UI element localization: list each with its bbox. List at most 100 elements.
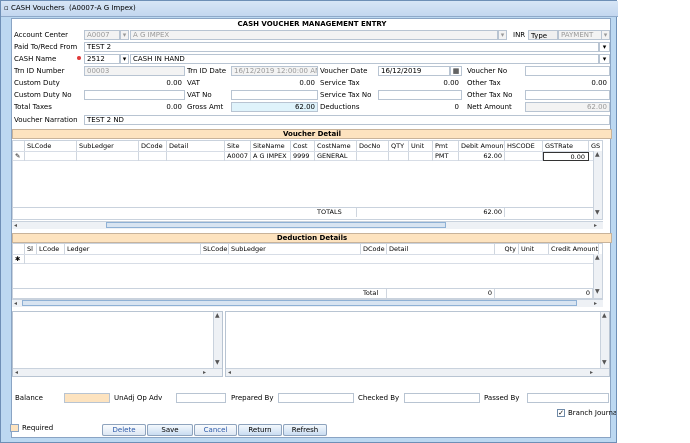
col-gs[interactable]: GS xyxy=(589,141,603,151)
col-qty[interactable]: QTY xyxy=(389,141,409,151)
ded-scroll-right-icon[interactable]: ▸ xyxy=(594,300,597,308)
other-tax-field[interactable]: 0.00 xyxy=(525,78,610,88)
notes-textarea-right[interactable]: ▲ ▼ ◂ ▸ xyxy=(225,311,610,377)
cell-cost[interactable]: 9999 xyxy=(291,152,315,161)
cell-costname[interactable]: GENERAL xyxy=(315,152,357,161)
voucher-no-field[interactable] xyxy=(525,66,610,76)
cell-docno[interactable] xyxy=(357,152,389,161)
passed-by-field[interactable] xyxy=(527,393,609,403)
notes-right-hscroll[interactable]: ◂ ▸ xyxy=(226,368,609,376)
cell-unit[interactable] xyxy=(409,152,433,161)
scroll-right-icon[interactable]: ▸ xyxy=(594,222,597,230)
type-value[interactable]: PAYMENT xyxy=(558,30,602,40)
cash-code-dropdown-icon[interactable]: ▾ xyxy=(120,54,129,64)
col-debit-amount[interactable]: Debit Amount xyxy=(459,141,505,151)
cancel-button[interactable]: Cancel xyxy=(194,424,237,436)
cell-sitename[interactable]: A G IMPEX xyxy=(251,152,291,161)
voucher-detail-hscroll[interactable]: ◂ ▸ xyxy=(12,221,603,229)
account-center-name[interactable]: A G IMPEX xyxy=(130,30,498,40)
paid-to-field[interactable]: TEST 2 xyxy=(84,42,599,52)
col-pmt[interactable]: Pmt xyxy=(433,141,459,151)
refresh-button[interactable]: Refresh xyxy=(283,424,327,436)
notes-left-up-icon[interactable]: ▲ xyxy=(215,312,220,320)
col-docno[interactable]: DocNo xyxy=(357,141,389,151)
notes-right-up-icon[interactable]: ▲ xyxy=(602,312,607,320)
cell-detail[interactable] xyxy=(167,152,225,161)
deduction-hscroll[interactable]: ◂ ▸ xyxy=(12,299,603,307)
col-gstrate[interactable]: GSTRate xyxy=(543,141,589,151)
voucher-detail-vscroll[interactable]: ▲ ▼ xyxy=(593,151,602,219)
col-subledger[interactable]: SubLedger xyxy=(77,141,139,151)
cell-dcode[interactable] xyxy=(139,152,167,161)
delete-button[interactable]: Delete xyxy=(102,424,146,436)
ded-scroll-up-icon[interactable]: ▲ xyxy=(595,254,600,262)
service-tax-field[interactable]: 0.00 xyxy=(378,78,462,88)
notes-left-hscroll[interactable]: ◂ ▸ xyxy=(13,368,222,376)
deduction-vscroll[interactable]: ▲ ▼ xyxy=(593,254,602,298)
vat-no-field[interactable] xyxy=(231,90,318,100)
cash-code[interactable]: 2512 xyxy=(84,54,120,64)
notes-right-down-icon[interactable]: ▼ xyxy=(602,359,607,367)
branch-journal-checkbox[interactable]: ✓ xyxy=(557,409,565,417)
notes-left-vscroll[interactable]: ▲ ▼ xyxy=(213,312,222,368)
cell-site[interactable]: A0007 xyxy=(225,152,251,161)
return-button[interactable]: Return xyxy=(238,424,282,436)
col-sitename[interactable]: SiteName xyxy=(251,141,291,151)
col-detail[interactable]: Detail xyxy=(167,141,225,151)
notes-textarea-left[interactable]: ▲ ▼ ◂ ▸ xyxy=(12,311,223,377)
notes-right-right-icon[interactable]: ▸ xyxy=(590,369,593,377)
cell-subledger[interactable] xyxy=(77,152,139,161)
scroll-left-icon[interactable]: ◂ xyxy=(14,222,17,230)
service-tax-no-field[interactable] xyxy=(378,90,462,100)
custom-duty-no-field[interactable] xyxy=(84,90,185,100)
custom-duty-field[interactable]: 0.00 xyxy=(84,78,185,88)
paid-to-dropdown-icon[interactable]: ▾ xyxy=(599,42,610,52)
ded-col-lcode[interactable]: LCode xyxy=(37,244,65,254)
ded-scroll-down-icon[interactable]: ▼ xyxy=(595,288,600,296)
account-center-name-dropdown-icon[interactable]: ▾ xyxy=(498,30,507,40)
type-dropdown-icon[interactable]: ▾ xyxy=(601,30,610,40)
ded-scroll-left-icon[interactable]: ◂ xyxy=(14,300,17,308)
ded-hscroll-thumb[interactable] xyxy=(22,300,577,306)
ded-col-unit[interactable]: Unit xyxy=(519,244,549,254)
ded-col-subledger[interactable]: SubLedger xyxy=(229,244,361,254)
narration-field[interactable]: TEST 2 ND xyxy=(84,115,610,125)
cell-qty[interactable] xyxy=(389,152,409,161)
account-center-code[interactable]: A0007 xyxy=(84,30,120,40)
cell-slcode[interactable] xyxy=(25,152,77,161)
vat-field[interactable]: 0.00 xyxy=(231,78,318,88)
notes-right-vscroll[interactable]: ▲ ▼ xyxy=(600,312,609,368)
table-row[interactable]: ✎ A0007 A G IMPEX 9999 GENERAL PMT 62.00… xyxy=(13,152,602,161)
col-slcode[interactable]: SLCode xyxy=(25,141,77,151)
col-costname[interactable]: CostName xyxy=(315,141,357,151)
cell-hscode[interactable] xyxy=(505,152,543,161)
trn-date-field[interactable]: 16/12/2019 12:00:00 AM xyxy=(231,66,318,76)
cell-pmt[interactable]: PMT xyxy=(433,152,459,161)
other-tax-no-field[interactable] xyxy=(525,90,610,100)
scroll-down-icon[interactable]: ▼ xyxy=(595,209,600,217)
col-dcode[interactable]: DCode xyxy=(139,141,167,151)
cell-gstrate[interactable]: 0.00 xyxy=(543,152,589,161)
save-button[interactable]: Save xyxy=(147,424,193,436)
notes-left-down-icon[interactable]: ▼ xyxy=(215,359,220,367)
col-hscode[interactable]: HSCODE xyxy=(505,141,543,151)
col-unit[interactable]: Unit xyxy=(409,141,433,151)
checked-by-field[interactable] xyxy=(404,393,480,403)
trn-id-field[interactable]: 00003 xyxy=(84,66,185,76)
ded-col-detail[interactable]: Detail xyxy=(387,244,495,254)
ded-col-dcode[interactable]: DCode xyxy=(361,244,387,254)
col-cost[interactable]: Cost xyxy=(291,141,315,151)
hscroll-thumb[interactable] xyxy=(106,222,446,228)
notes-left-left-icon[interactable]: ◂ xyxy=(15,369,18,377)
calendar-icon[interactable]: ▦ xyxy=(450,66,462,76)
cell-debit-amount[interactable]: 62.00 xyxy=(459,152,505,161)
ded-col-ledger[interactable]: Ledger xyxy=(65,244,201,254)
voucher-date-field[interactable]: 16/12/2019 xyxy=(378,66,450,76)
account-center-dropdown-icon[interactable]: ▾ xyxy=(120,30,129,40)
cash-name-dropdown-icon[interactable]: ▾ xyxy=(599,54,610,64)
scroll-up-icon[interactable]: ▲ xyxy=(595,151,600,159)
ded-col-slcode[interactable]: SLCode xyxy=(201,244,229,254)
ded-new-row[interactable]: ✱ xyxy=(13,255,593,264)
ded-col-credit-amount[interactable]: Credit Amount xyxy=(549,244,599,254)
ded-col-sl[interactable]: Sl xyxy=(25,244,37,254)
